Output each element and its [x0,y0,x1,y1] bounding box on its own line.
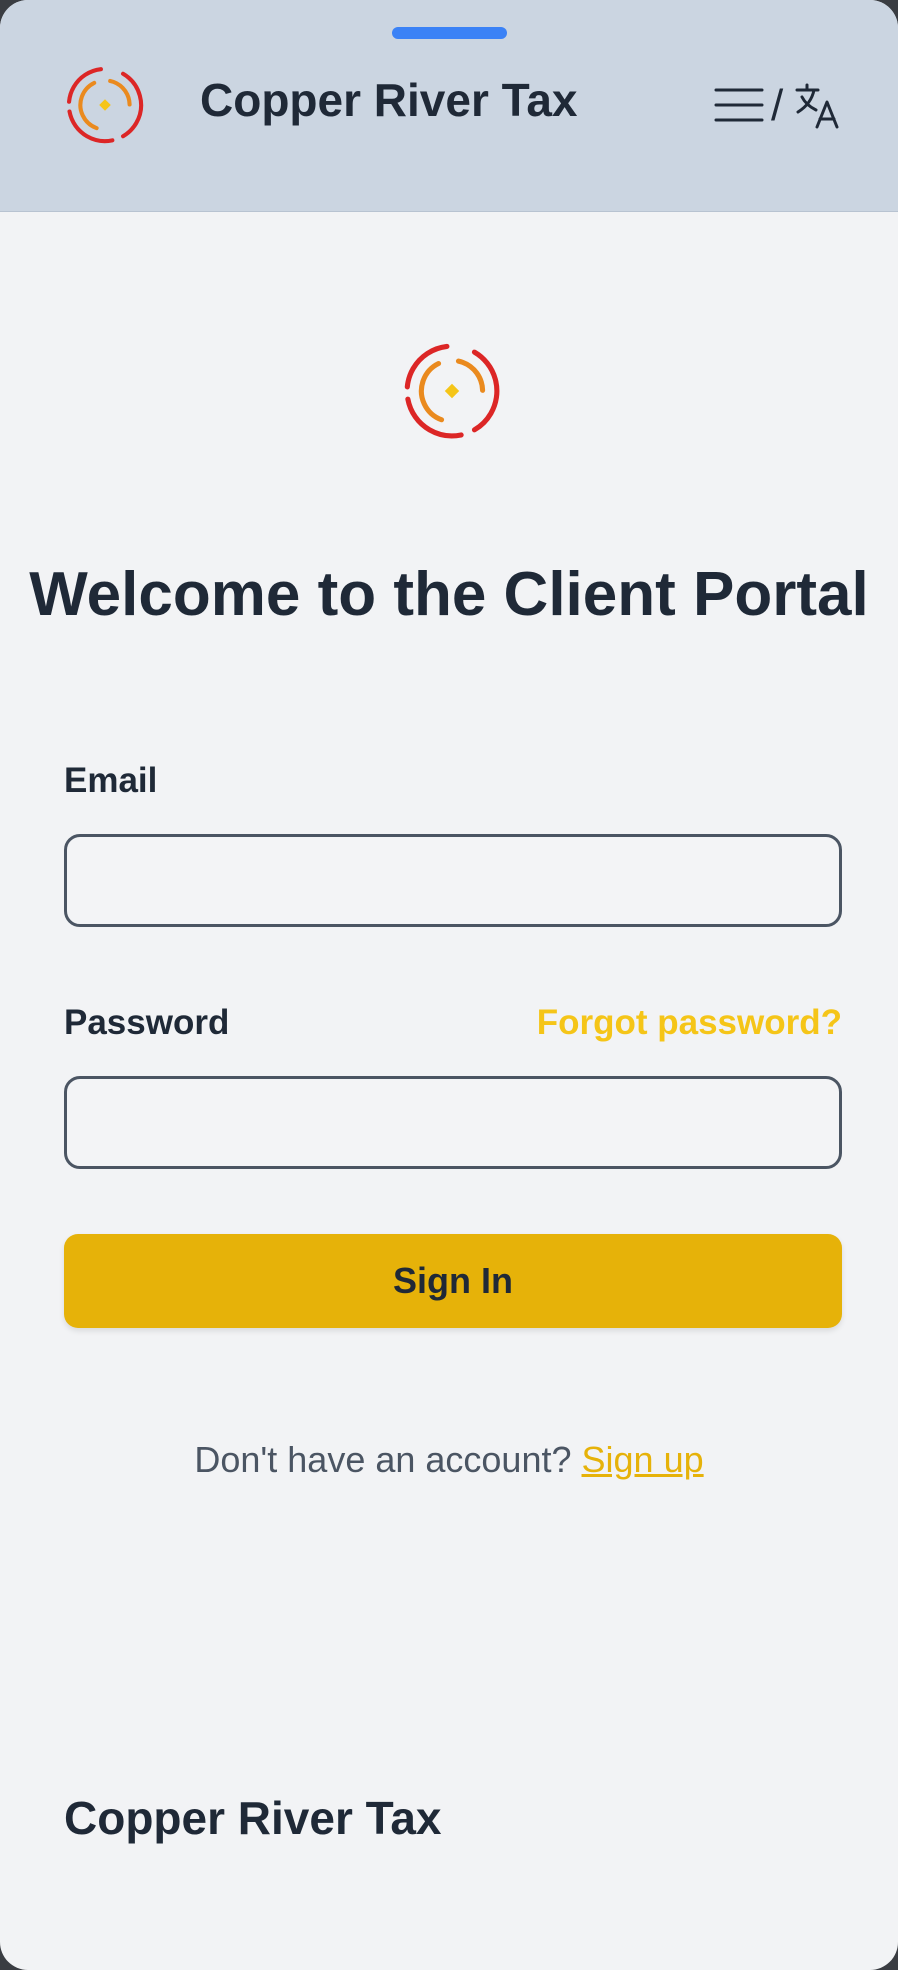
sign-in-button[interactable]: Sign In [64,1234,842,1328]
brand-logo-icon [404,343,500,439]
sign-up-link[interactable]: Sign up [582,1439,704,1480]
footer-brand-name: Copper River Tax [64,1792,442,1844]
page-title: Welcome to the Client Portal [29,560,869,629]
signup-prompt-text: Don't have an account? [194,1439,572,1480]
password-field[interactable] [64,1076,842,1169]
hamburger-menu-icon[interactable] [714,85,764,125]
translate-icon[interactable] [794,82,840,130]
menu-language-separator: / [771,81,784,130]
email-label: Email [64,761,158,800]
drag-handle[interactable] [392,27,507,39]
app-header: Copper River Tax / [0,0,898,212]
brand-name: Copper River Tax [200,74,578,126]
forgot-password-link[interactable]: Forgot password? [537,1001,842,1045]
phone-screen: Copper River Tax / Welcome to the Client… [0,0,898,1970]
signup-prompt-row: Don't have an account? Sign up [0,1436,898,1484]
password-label: Password [64,1003,230,1042]
brand-logo-icon [66,66,144,144]
email-field[interactable] [64,834,842,927]
